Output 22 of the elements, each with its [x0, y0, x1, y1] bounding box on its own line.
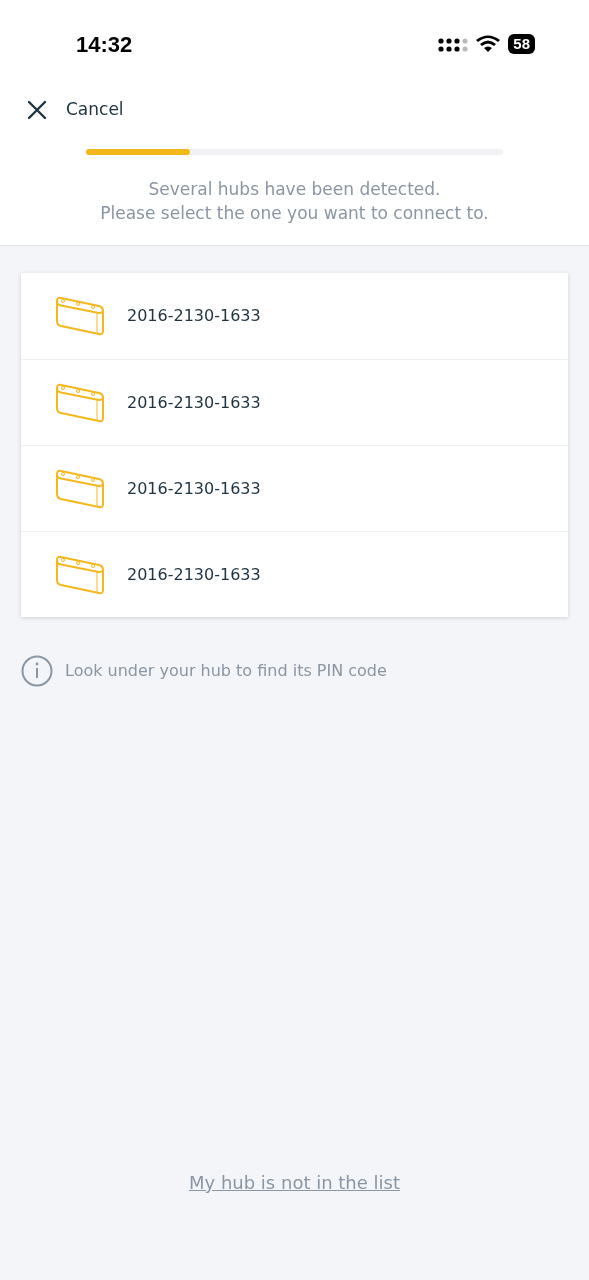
hub-name: 2016-2130-1633: [127, 305, 261, 327]
info-icon: [21, 655, 53, 687]
status-time: 14:32: [76, 30, 133, 59]
hub-name: 2016-2130-1633: [127, 563, 261, 586]
instruction-text: Several hubs have been detected.: [148, 178, 441, 201]
info-text: Look under your hub to find its PIN code: [65, 660, 387, 682]
close-icon[interactable]: [26, 99, 48, 121]
hub-icon: [53, 467, 105, 510]
hub-icon: [53, 553, 105, 596]
hub-row[interactable]: 2016-2130-1633: [21, 273, 568, 359]
hub-name: 2016-2130-1633: [127, 391, 261, 414]
hub-row[interactable]: 2016-2130-1633: [21, 445, 568, 531]
signal-icon: [438, 35, 469, 53]
instruction-text: Please select the one you want to connect to.: [100, 202, 489, 225]
hub-name: 2016-2130-1633: [127, 477, 261, 500]
hub-row[interactable]: 2016-2130-1633: [21, 531, 568, 617]
battery-indicator: 58: [508, 34, 535, 54]
cancel-button[interactable]: Cancel: [66, 97, 124, 123]
wifi-icon: [476, 35, 501, 53]
hub-icon: [53, 295, 105, 337]
hub-icon: [53, 381, 105, 424]
hub-row[interactable]: 2016-2130-1633: [21, 359, 568, 445]
